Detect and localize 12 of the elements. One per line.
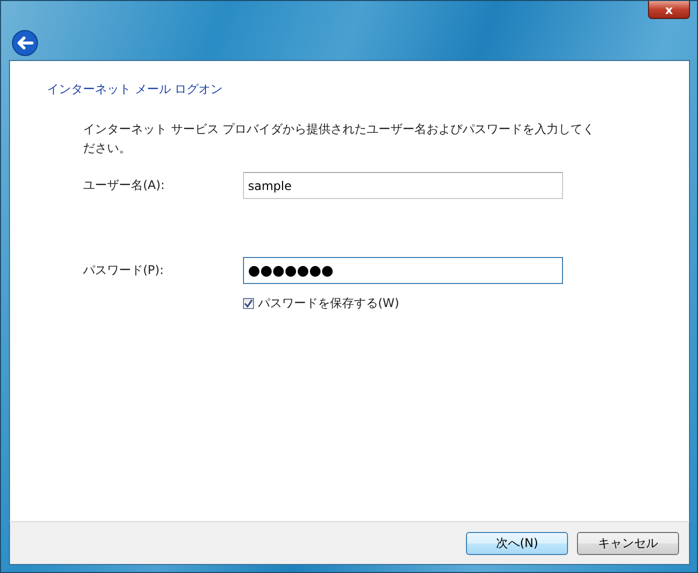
cancel-button[interactable]: キャンセル (577, 532, 679, 554)
checkbox[interactable] (243, 298, 254, 309)
input-field[interactable]: ●●●●●●● (243, 257, 563, 284)
field-label: ユーザー名(A): (83, 177, 166, 194)
page-heading: インターネット メール ログオン (47, 81, 224, 98)
checkbox-label[interactable]: パスワードを保存する(W) (258, 295, 400, 312)
instructions-text: インターネット サービス プロバイダから提供されたユーザー名およびパスワードを入力してください。 (83, 121, 596, 157)
back-icon[interactable] (11, 29, 39, 57)
field-label: パスワード(P): (83, 262, 165, 279)
next-button[interactable]: 次へ(N) (466, 532, 568, 554)
input-field[interactable]: sample (243, 172, 563, 199)
close-button[interactable]: x (648, 1, 690, 19)
